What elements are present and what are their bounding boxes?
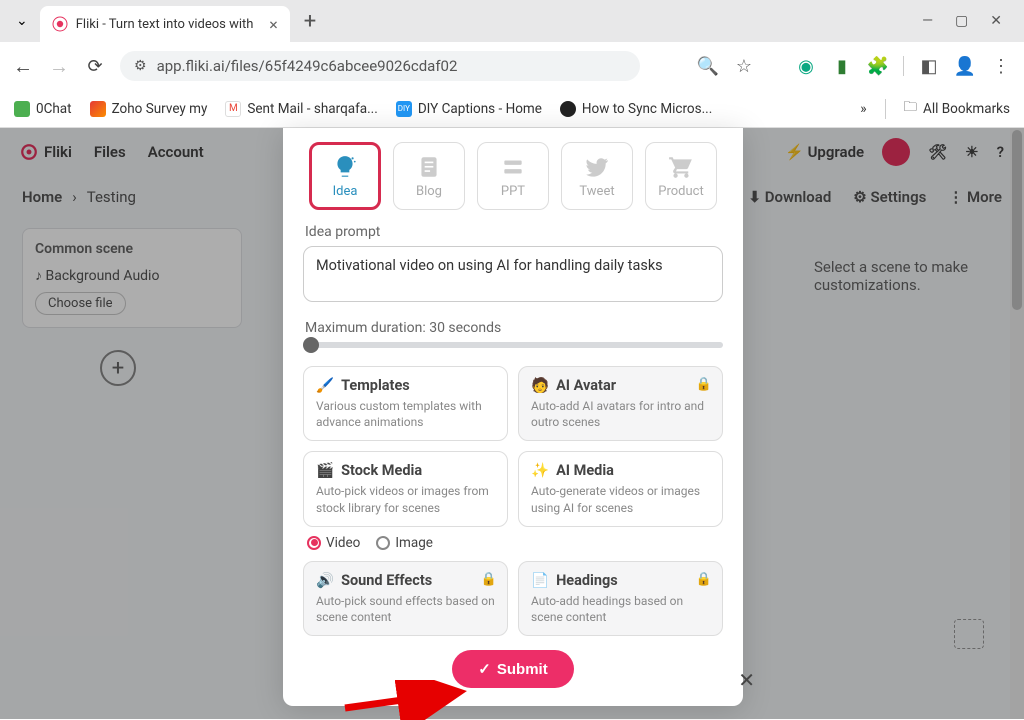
tab-dropdown-icon[interactable]: ⌄ [8,9,36,33]
all-bookmarks-label: All Bookmarks [923,101,1010,117]
headings-icon: 📄 [531,572,549,589]
options-grid-2: 🔒 🔊Sound Effects Auto-pick sound effects… [303,561,723,636]
minimize-icon[interactable]: — [922,13,933,29]
bookmark-diy[interactable]: DIYDIY Captions - Home [396,101,542,117]
back-button[interactable]: ← [12,54,34,79]
card-desc: Various custom templates with advance an… [316,398,495,430]
lock-icon: 🔒 [696,572,712,587]
tab-label: Tweet [579,184,614,199]
ppt-icon [499,154,527,180]
close-tab-icon[interactable]: × [269,15,278,34]
card-desc: Auto-generate videos or images using AI … [531,483,710,515]
new-tab-button[interactable]: + [294,7,326,36]
tab-idea[interactable]: Idea [309,142,381,210]
tab-label: PPT [501,184,525,199]
bookmark-label: 0Chat [36,101,72,117]
duration-label: Maximum duration: 30 seconds [305,320,723,336]
tab-tweet[interactable]: Tweet [561,142,633,210]
tab-title: Fliki - Turn text into videos with [76,17,254,32]
tab-ppt[interactable]: PPT [477,142,549,210]
sound-icon: 🔊 [316,572,334,589]
bookmark-gmail[interactable]: MSent Mail - sharqafa... [225,101,377,117]
site-info-icon[interactable]: ⚙ [134,58,147,74]
close-window-icon[interactable]: ✕ [990,13,1002,29]
card-sound-effects[interactable]: 🔒 🔊Sound Effects Auto-pick sound effects… [303,561,508,636]
extension1-icon[interactable]: ◉ [795,55,817,77]
all-bookmarks-button[interactable]: 🗀 All Bookmarks [904,97,1010,120]
tab-label: Product [658,184,703,199]
bookmark-label: DIY Captions - Home [418,101,542,117]
tab-label: Idea [333,184,358,199]
card-ai-avatar[interactable]: 🔒 🧑AI Avatar Auto-add AI avatars for int… [518,366,723,441]
lock-icon: 🔒 [481,572,497,587]
kebab-menu-icon[interactable]: ⋮ [990,55,1012,77]
card-desc: Auto-pick videos or images from stock li… [316,483,495,515]
url-input[interactable]: ⚙ app.fliki.ai/files/65f4249c6abcee9026c… [120,51,640,81]
tab-blog[interactable]: Blog [393,142,465,210]
bookmarks-overflow-icon[interactable]: » [860,101,866,117]
card-ai-media[interactable]: ✨AI Media Auto-generate videos or images… [518,451,723,526]
folder-icon: 🗀 [904,97,918,120]
lock-icon: 🔒 [696,377,712,392]
radio-dot-icon [307,536,321,550]
zoom-icon[interactable]: 🔍 [697,55,719,77]
duration-slider[interactable] [303,342,723,348]
card-desc: Auto-add AI avatars for intro and outro … [531,398,710,430]
card-headings[interactable]: 🔒 📄Headings Auto-add headings based on s… [518,561,723,636]
card-desc: Auto-add headings based on scene content [531,593,710,625]
side-panel-icon[interactable]: ◧ [918,55,940,77]
tab-label: Blog [416,184,442,199]
submit-label: Submit [497,661,548,678]
bookmark-label: How to Sync Micros... [582,101,712,117]
idea-modal: Idea Blog PPT Tweet Product Idea prompt … [283,128,743,706]
star-bookmark-icon[interactable]: ☆ [733,55,755,77]
card-stock-media[interactable]: 🎬Stock Media Auto-pick videos or images … [303,451,508,526]
fliki-favicon-icon [52,16,68,32]
card-desc: Auto-pick sound effects based on scene c… [316,593,495,625]
browser-chrome: ⌄ Fliki - Turn text into videos with × +… [0,0,1024,129]
bookmark-github[interactable]: How to Sync Micros... [560,101,712,117]
close-modal-icon[interactable]: ✕ [738,668,755,692]
extension2-icon[interactable]: ▮ [831,55,853,77]
radio-dot-icon [376,536,390,550]
extensions-icon[interactable]: 🧩 [867,55,889,77]
options-grid: 🖌️Templates Various custom templates wit… [303,366,723,527]
ai-media-icon: ✨ [531,462,549,479]
bookmarks-bar: 0Chat Zoho Survey my MSent Mail - sharqa… [0,90,1024,128]
idea-prompt-input[interactable] [303,246,723,302]
reload-button[interactable]: ⟳ [84,56,106,77]
lightbulb-icon [331,154,359,180]
bookmark-label: Zoho Survey my [112,101,208,117]
maximize-icon[interactable]: ▢ [955,13,968,29]
radio-image[interactable]: Image [376,535,433,551]
slider-thumb[interactable] [303,337,319,353]
profile-icon[interactable]: 👤 [954,55,976,77]
bookmark-zoho[interactable]: Zoho Survey my [90,101,208,117]
stock-media-icon: 🎬 [316,462,334,479]
url-text: app.fliki.ai/files/65f4249c6abcee9026cda… [157,57,458,75]
bookmark-label: Sent Mail - sharqafa... [247,101,377,117]
annotation-arrow-icon [340,680,490,720]
media-type-radios: Video Image [307,535,723,551]
check-icon: ✓ [478,660,491,678]
twitter-icon [583,154,611,180]
content-type-tabs: Idea Blog PPT Tweet Product [303,142,723,210]
radio-video[interactable]: Video [307,535,360,551]
prompt-label: Idea prompt [305,224,723,240]
avatar-emoji-icon: 🧑 [531,377,549,394]
address-bar: ← → ⟳ ⚙ app.fliki.ai/files/65f4249c6abce… [0,42,1024,90]
bookmark-0chat[interactable]: 0Chat [14,101,72,117]
forward-button[interactable]: → [48,54,70,79]
tab-product[interactable]: Product [645,142,717,210]
templates-icon: 🖌️ [316,377,334,394]
blog-icon [415,154,443,180]
tab-bar: ⌄ Fliki - Turn text into videos with × +… [0,0,1024,42]
browser-tab[interactable]: Fliki - Turn text into videos with × [40,6,290,42]
cart-icon [667,154,695,180]
window-controls: — ▢ ✕ [922,13,1016,29]
card-templates[interactable]: 🖌️Templates Various custom templates wit… [303,366,508,441]
